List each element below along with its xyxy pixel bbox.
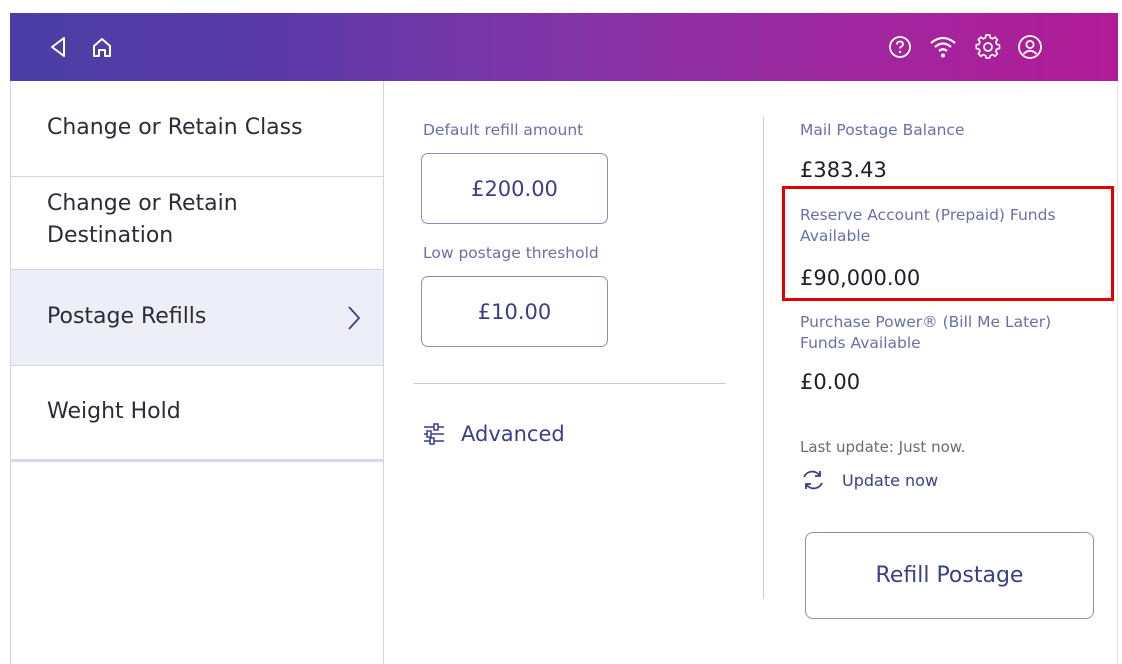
top-bar [10,13,1118,81]
sidebar-item-change-destination[interactable]: Change or Retain Destination [11,177,383,270]
help-icon[interactable] [880,13,920,81]
middle-divider [414,383,726,384]
reserve-funds-label-line2: Available [800,227,871,245]
advanced-label: Advanced [461,422,565,446]
settings-icon[interactable] [968,13,1008,81]
mail-balance-label: Mail Postage Balance [800,121,965,139]
sliders-icon [424,423,444,445]
vertical-divider [763,117,764,599]
advanced-button[interactable]: Advanced [421,421,565,447]
sidebar-item-postage-refills[interactable]: Postage Refills [11,270,383,366]
sidebar-divider [11,459,383,462]
wifi-icon[interactable] [923,13,963,81]
account-icon[interactable] [1010,13,1050,81]
frame-right-border [1117,81,1118,664]
purchase-power-label-line2: Funds Available [800,334,921,352]
refill-postage-button[interactable]: Refill Postage [805,532,1094,619]
chevron-right-icon [348,305,361,330]
mail-balance-value: £383.43 [800,158,887,182]
default-refill-label: Default refill amount [423,121,584,139]
home-icon[interactable] [82,13,122,81]
sidebar-item-label: Weight Hold [47,399,181,424]
update-now-label: Update now [842,470,939,490]
sidebar-item-label: Change or Retain Class [47,115,303,140]
refresh-icon [803,470,823,490]
sidebar-item-change-class[interactable]: Change or Retain Class [11,81,383,177]
content-frame: Change or Retain Class Change or Retain … [10,81,1118,664]
purchase-power-value: £0.00 [800,370,861,394]
reserve-funds-value: £90,000.00 [800,266,921,290]
purchase-power-label: Purchase Power® (Bill Me Later) [800,313,1052,331]
sidebar: Change or Retain Class Change or Retain … [11,81,384,664]
sidebar-item-label: Destination [47,223,174,248]
low-threshold-button[interactable]: £10.00 [421,276,608,347]
sidebar-item-label: Postage Refills [47,304,207,329]
back-icon[interactable] [38,13,78,81]
reserve-funds-label: Reserve Account (Prepaid) Funds [800,206,1056,224]
last-update-text: Last update: Just now. [800,438,966,456]
default-refill-amount-button[interactable]: £200.00 [421,153,608,224]
sidebar-item-label: Change or Retain [47,191,238,216]
low-threshold-label: Low postage threshold [423,244,599,262]
update-now-button[interactable]: Update now [800,468,938,492]
sidebar-item-weight-hold[interactable]: Weight Hold [11,366,383,459]
